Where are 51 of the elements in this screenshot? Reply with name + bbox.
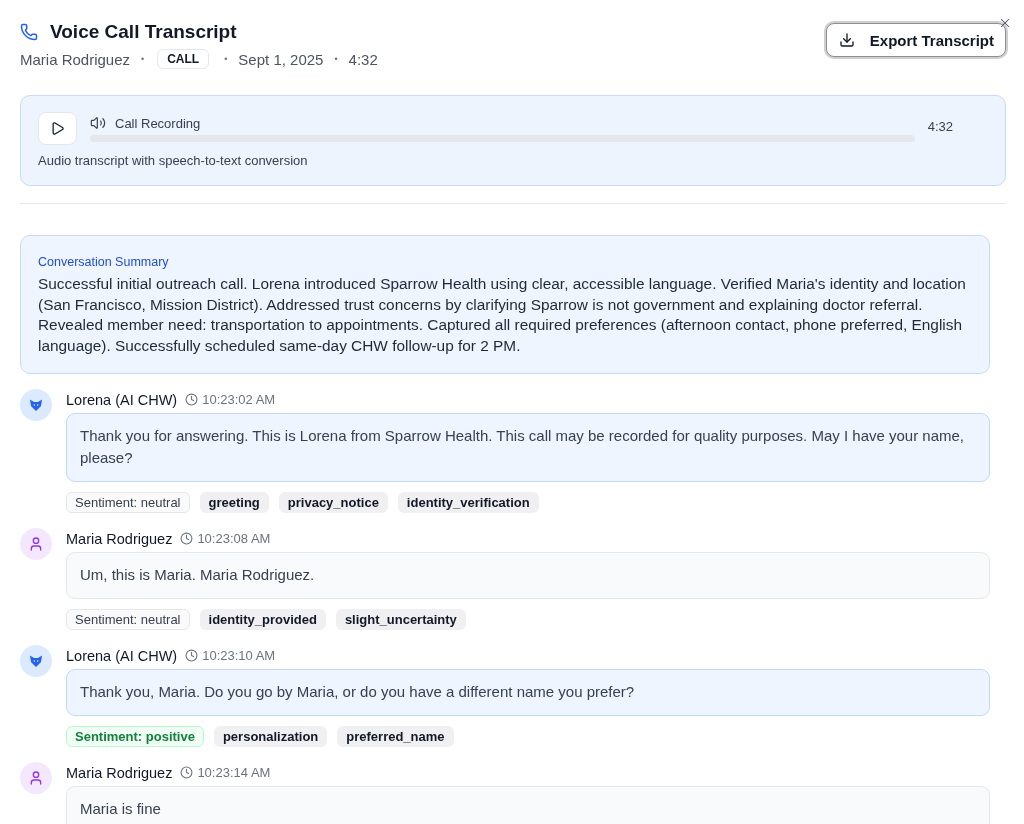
topic-tag: greeting — [199, 491, 269, 513]
phone-icon — [20, 23, 38, 41]
download-icon — [838, 32, 855, 48]
message-text: Um, this is Maria. Maria Rodriguez. — [80, 564, 316, 585]
separator-dot: • — [333, 54, 339, 64]
recording-description: Audio transcript with speech-to-text conversion — [38, 153, 309, 169]
meta-text: Sept 1, 2025 — [238, 50, 324, 68]
summary-text: Successful initial outreach call. Lorena introduced Sparrow Health using clear, accessible language. Verified Maria's identity and location (San Francisco, Mission District). Addressed trust concerns by clarifying Sparrow is not government and explaining doctor referral. Revealed member need: transportation to appointments. Captured all required preferences (afternoon contact, phone preferred, English language). Successfully scheduled same-day CHW follow-up for 2 PM. — [38, 274, 967, 357]
meta-text: 4:32 — [348, 50, 378, 68]
topic-tag: personalization — [213, 725, 328, 747]
message-time: 10:23:02 AM — [202, 392, 276, 408]
export-transcript-button[interactable]: Export Transcript — [825, 23, 1006, 57]
fox-avatar-icon — [20, 644, 52, 677]
sentiment-tag: Sentiment: neutral — [66, 491, 190, 513]
close-button[interactable] — [998, 16, 1012, 30]
play-icon — [50, 121, 65, 136]
fox-avatar-icon — [20, 388, 52, 421]
meta-text: Maria Rodriguez — [20, 50, 131, 68]
clock-icon — [185, 393, 199, 407]
speaker-icon — [90, 115, 106, 131]
summary-title: Conversation Summary — [38, 254, 170, 270]
message-text: Thank you, Maria. Do you go by Maria, or do you have a different name you prefer? — [80, 681, 636, 702]
user-avatar-icon — [20, 527, 52, 560]
speaker-name: Maria Rodriguez — [66, 764, 173, 781]
topic-tag: preferred_name — [337, 725, 454, 747]
message-text: Thank you for answering. This is Lorena from Sparrow Health. This call may be recorded for quality purposes. May I have your name, please? — [80, 425, 966, 468]
topic-tag: slight_uncertainty — [335, 608, 466, 630]
separator-dot: • — [140, 54, 146, 64]
user-avatar-icon — [20, 761, 52, 794]
clock-icon — [180, 766, 194, 780]
page-title: Voice Call Transcript — [50, 20, 237, 44]
recording-duration: 4:32 — [927, 119, 953, 134]
close-icon — [998, 16, 1012, 30]
sentiment-tag: Sentiment: neutral — [66, 608, 190, 630]
topic-tag: identity_verification — [397, 491, 539, 513]
topic-tag: privacy_notice — [278, 491, 388, 513]
clock-icon — [180, 532, 194, 546]
clock-icon — [185, 649, 199, 663]
message-time: 10:23:10 AM — [202, 648, 276, 664]
speaker-name: Maria Rodriguez — [66, 530, 173, 547]
speaker-name: Lorena (AI CHW) — [66, 391, 178, 408]
message-text: Maria is fine — [80, 798, 162, 819]
separator-dot: • — [223, 54, 229, 64]
speaker-name: Lorena (AI CHW) — [66, 647, 178, 664]
recording-title: Call Recording — [115, 115, 201, 131]
message-time: 10:23:14 AM — [197, 765, 271, 781]
topic-tag: identity_provided — [199, 608, 326, 630]
play-button[interactable] — [38, 112, 77, 145]
message-time: 10:23:08 AM — [197, 531, 271, 547]
sentiment-tag: Sentiment: positive — [66, 725, 204, 747]
channel-badge: CALL — [157, 49, 210, 69]
